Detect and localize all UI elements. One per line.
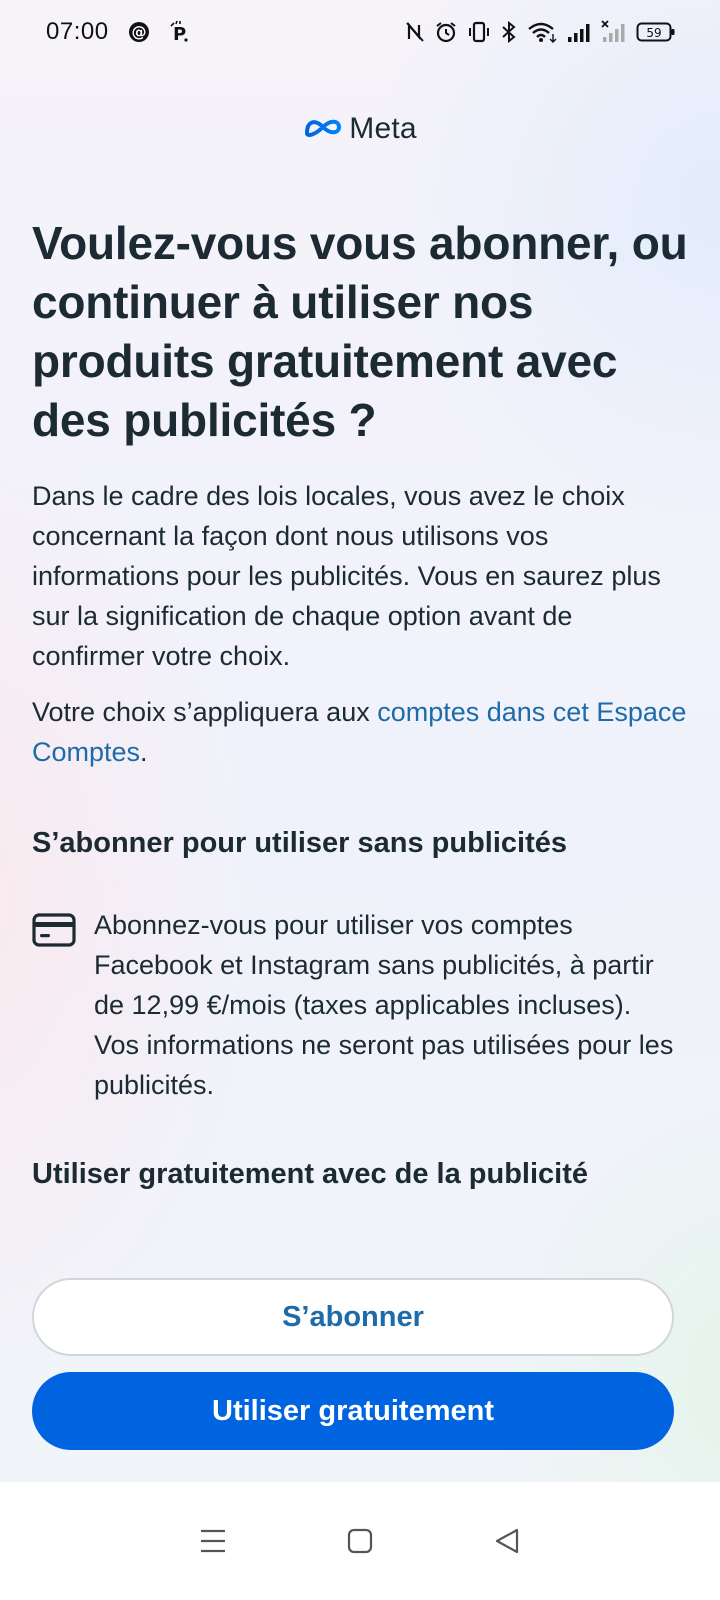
- svg-text:@: @: [131, 23, 146, 41]
- use-free-button[interactable]: Utiliser gratuitement: [32, 1372, 674, 1450]
- alarm-icon: [434, 20, 458, 44]
- meta-infinity-icon: [303, 115, 343, 144]
- status-bar: 07:00 @ P 59: [0, 0, 720, 64]
- free-section-title: Utiliser gratuitement avec de la publici…: [32, 1158, 588, 1190]
- meta-wordmark: Meta: [349, 112, 417, 145]
- intro-text: Dans le cadre des lois locales, vous ave…: [32, 481, 661, 671]
- status-left: 07:00 @ P: [46, 18, 191, 46]
- credit-card-icon: [32, 905, 94, 1105]
- meta-logo: Meta: [0, 112, 720, 146]
- signal-icon: [566, 20, 592, 44]
- scope-text: Votre choix s’appliquera aux comptes dan…: [32, 692, 692, 772]
- subscribe-button[interactable]: S’abonner: [32, 1278, 674, 1356]
- vibrate-icon: [467, 20, 491, 44]
- svg-text:P: P: [173, 24, 186, 44]
- page-title: Voulez-vous vous abonner, ou continuer à…: [32, 217, 688, 446]
- wifi-icon: [527, 20, 557, 44]
- parking-icon: P: [169, 20, 191, 44]
- back-icon[interactable]: [477, 1511, 537, 1571]
- subscribe-section-title: S’abonner pour utiliser sans publicités: [32, 827, 567, 859]
- scope-prefix: Votre choix s’appliquera aux: [32, 697, 378, 727]
- subscribe-description: Abonnez-vous pour utiliser vos comptes F…: [94, 910, 674, 1100]
- bluetooth-icon: [500, 20, 518, 44]
- signal-no-service-icon: [601, 20, 627, 44]
- system-nav-bar: [0, 1482, 720, 1600]
- battery-icon: 59: [636, 20, 676, 44]
- clock: 07:00: [46, 18, 109, 45]
- status-right: 59: [405, 20, 676, 44]
- nfc-off-icon: [405, 21, 425, 43]
- threads-icon: @: [127, 20, 151, 44]
- subscribe-option: Abonnez-vous pour utiliser vos comptes F…: [32, 905, 692, 1105]
- menu-icon[interactable]: [183, 1511, 243, 1571]
- main-content: Voulez-vous vous abonner, ou continuer à…: [32, 214, 692, 1196]
- scope-suffix: .: [140, 737, 148, 767]
- battery-level: 59: [646, 26, 661, 40]
- home-icon[interactable]: [330, 1511, 390, 1571]
